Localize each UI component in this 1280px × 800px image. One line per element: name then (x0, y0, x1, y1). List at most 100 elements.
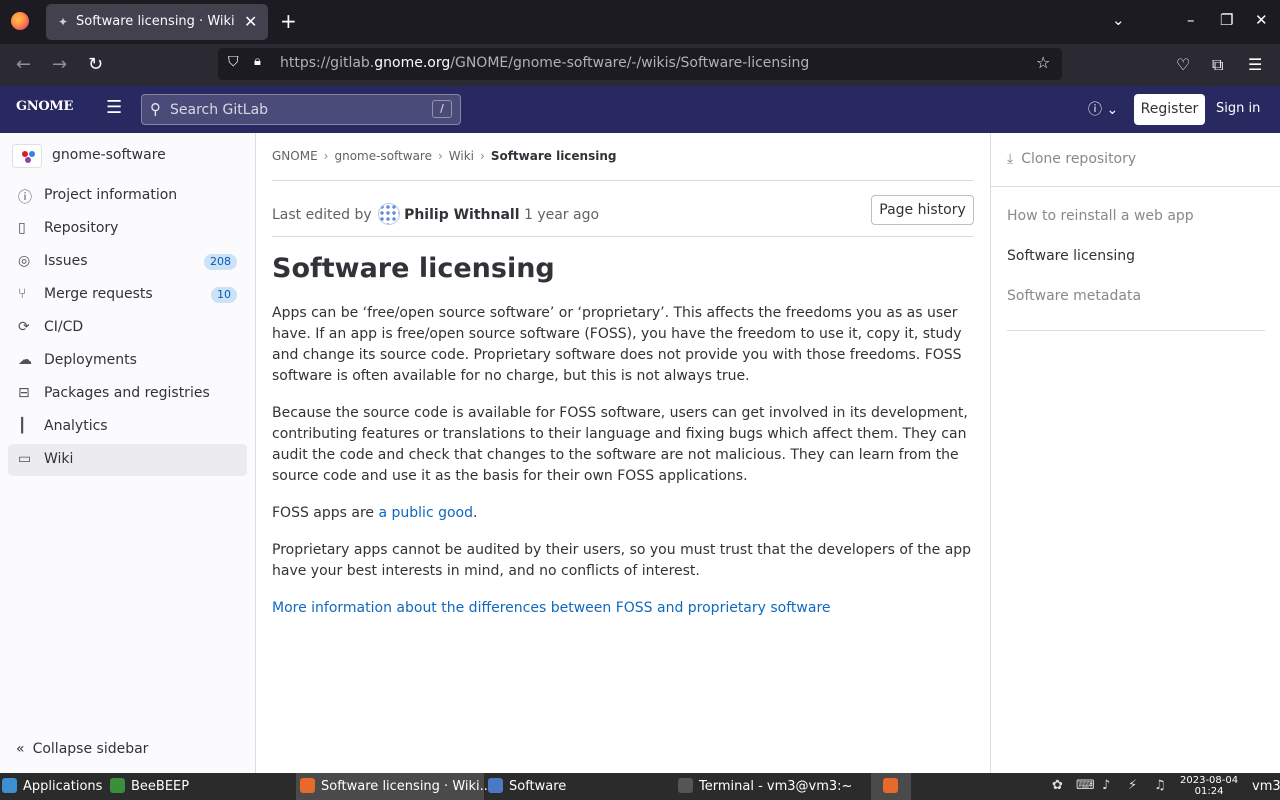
register-button[interactable]: Register (1134, 94, 1205, 125)
project-name: gnome-software (52, 147, 166, 163)
cloud-icon: ☁ (18, 352, 32, 368)
bookmark-star-icon[interactable]: ☆ (1036, 53, 1050, 72)
paragraph: Because the source code is available for… (272, 405, 968, 484)
help-icon[interactable]: ⓘ ⌄ (1088, 99, 1118, 119)
user-avatar[interactable] (378, 203, 401, 225)
terminal-icon (678, 778, 693, 793)
close-window-icon[interactable]: ✕ (1255, 11, 1268, 29)
divider (272, 236, 974, 237)
merge-requests-count-badge: 10 (211, 287, 237, 303)
clock[interactable]: 2023-08-04 01:24 (1180, 775, 1238, 797)
project-avatar (12, 144, 42, 168)
taskbar-terminal-window[interactable]: Terminal - vm3@vm3:~ (678, 773, 852, 800)
sidebar-item-project-information[interactable]: ⓘ Project information (8, 180, 247, 212)
last-edited-prefix: Last edited by (272, 207, 372, 223)
breadcrumb-current[interactable]: Software licensing (491, 149, 617, 163)
search-icon: ⚲ (150, 100, 161, 118)
notification-bell-icon[interactable]: ♫ (1154, 778, 1166, 793)
sidebar-item-label: Deployments (44, 352, 137, 368)
sidebar-item-analytics[interactable]: ┃ Analytics (8, 411, 247, 443)
sidebar-item-repository[interactable]: ▯ Repository (8, 213, 247, 245)
clone-repository-label: Clone repository (1021, 151, 1137, 167)
collapse-sidebar-button[interactable]: « Collapse sidebar (16, 741, 148, 757)
maximize-icon[interactable]: ❐ (1220, 11, 1233, 29)
breadcrumb-gnome[interactable]: GNOME (272, 149, 318, 163)
sidebar-item-label: Issues (44, 253, 88, 269)
close-tab-icon[interactable]: ✕ (244, 12, 257, 31)
page-title: Software licensing (272, 253, 555, 284)
lock-icon[interactable]: 🔒︎ (254, 54, 261, 69)
signin-link[interactable]: Sign in (1216, 101, 1260, 116)
taskbar-software-window[interactable]: Software (488, 773, 566, 800)
url-bar[interactable]: ⛉ 🔒︎ https://gitlab.gnome.org/GNOME/gnom… (218, 48, 1062, 80)
search-shortcut: / (432, 100, 452, 118)
taskbar-user[interactable]: vm3 (1252, 773, 1280, 800)
sidebar-item-label: CI/CD (44, 319, 84, 335)
minimize-icon[interactable]: – (1187, 11, 1195, 29)
edited-ago: 1 year ago (523, 207, 600, 223)
wiki-page-link[interactable]: Software metadata (1007, 288, 1141, 304)
pocket-icon[interactable]: ♡ (1176, 55, 1190, 74)
hamburger-icon[interactable]: ☰ (106, 97, 122, 118)
bee-tray-icon[interactable]: ✿ (1052, 778, 1063, 793)
taskbar-beebeep[interactable]: BeeBEEP (110, 773, 189, 800)
paragraph: More information about the differences b… (272, 598, 977, 619)
power-icon[interactable]: ⚡ (1128, 778, 1137, 793)
browser-toolbar: ← → ↻ ⛉ 🔒︎ https://gitlab.gnome.org/GNOM… (0, 44, 1280, 86)
breadcrumb: GNOME › gnome-software › Wiki › Software licen… (272, 149, 617, 163)
search-input[interactable]: ⚲ Search GitLab / (141, 94, 461, 125)
breadcrumb-project[interactable]: gnome-software (334, 149, 432, 163)
taskbar-firefox-window[interactable]: Software licensing · Wiki... (296, 773, 492, 800)
download-icon: ⤓ (1007, 151, 1014, 167)
wiki-page-link-active[interactable]: Software licensing (1007, 248, 1135, 264)
issues-count-badge: 208 (204, 254, 237, 270)
chart-icon: ┃ (18, 418, 27, 434)
sidebar-item-label: Merge requests (44, 286, 153, 302)
author-link[interactable]: Philip Withnall (404, 207, 519, 223)
sidebar-item-cicd[interactable]: ⟳ CI/CD (8, 312, 247, 344)
divider (991, 186, 1280, 187)
taskbar-firefox-launcher[interactable] (871, 773, 911, 800)
new-tab-button[interactable]: + (280, 9, 297, 33)
clone-repository-button[interactable]: ⤓ Clone repository (1007, 151, 1136, 167)
sidebar-item-label: Wiki (44, 451, 74, 467)
gitlab-header: GNOME ☰ ⚲ Search GitLab / ⓘ ⌄ Register S… (0, 86, 1280, 133)
more-information-link[interactable]: More information about the differences b… (272, 600, 831, 616)
breadcrumb-wiki[interactable]: Wiki (449, 149, 474, 163)
public-good-link[interactable]: a public good (378, 505, 473, 521)
forward-icon[interactable]: → (52, 54, 67, 75)
back-icon[interactable]: ← (16, 54, 31, 75)
extensions-icon[interactable]: ⧉ (1212, 55, 1223, 75)
firefox-icon (883, 778, 898, 793)
sidebar-item-label: Repository (44, 220, 119, 236)
main-content: GNOME › gnome-software › Wiki › Software licen… (256, 133, 990, 773)
sidebar-item-issues[interactable]: ◎ Issues 208 (8, 246, 247, 278)
sidebar-item-merge-requests[interactable]: ⑂ Merge requests 10 (8, 279, 247, 311)
software-icon (488, 778, 503, 793)
keyboard-icon[interactable]: ⌨ (1076, 778, 1095, 793)
browser-tab[interactable]: ✦ Software licensing · Wiki · GNOME / gn… (46, 4, 268, 40)
browser-tabstrip: ✦ Software licensing · Wiki · GNOME / gn… (0, 0, 1280, 44)
firefox-icon[interactable] (11, 12, 29, 30)
applications-menu[interactable]: Applications (2, 773, 102, 800)
volume-icon[interactable]: ♪ (1102, 778, 1110, 793)
sidebar-item-wiki[interactable]: ▭ Wiki (8, 444, 247, 476)
gnome-logo[interactable]: GNOME (16, 99, 73, 114)
sidebar-item-packages[interactable]: ⊟ Packages and registries (8, 378, 247, 410)
reload-icon[interactable]: ↻ (88, 54, 103, 75)
collapse-sidebar-label: Collapse sidebar (32, 741, 149, 757)
beebeep-icon (110, 778, 125, 793)
wiki-page-link[interactable]: How to reinstall a web app (1007, 208, 1194, 224)
url-text[interactable]: https://gitlab.gnome.org/GNOME/gnome-sof… (280, 55, 809, 71)
book-icon: ▭ (18, 451, 32, 467)
package-icon: ⊟ (18, 385, 30, 401)
info-icon: ⓘ (18, 190, 32, 206)
page-history-button[interactable]: Page history (871, 195, 974, 225)
project-sidebar: gnome-software ⓘ Project information ▯ R… (0, 133, 256, 773)
list-tabs-icon[interactable]: ⌄ (1112, 11, 1125, 29)
sidebar-item-deployments[interactable]: ☁ Deployments (8, 345, 247, 377)
rocket-icon: ⟳ (18, 319, 30, 335)
menu-icon[interactable]: ☰ (1248, 55, 1262, 74)
shield-icon[interactable]: ⛉ (228, 54, 239, 70)
issues-icon: ◎ (18, 253, 31, 269)
